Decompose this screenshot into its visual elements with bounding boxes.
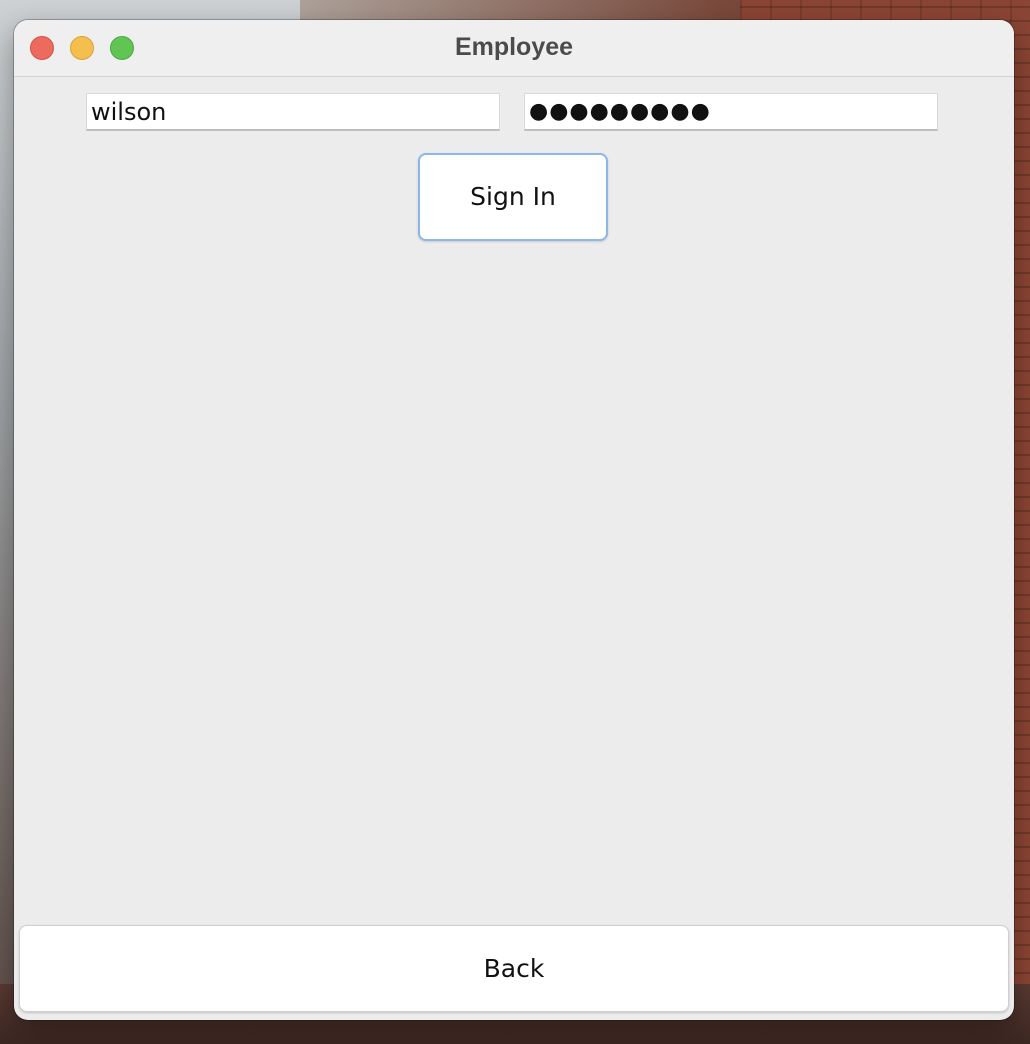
password-input[interactable]: ●●●●●●●●● — [524, 93, 938, 131]
back-button[interactable]: Back — [19, 925, 1009, 1012]
username-input[interactable]: wilson — [86, 93, 500, 131]
sign-in-button[interactable]: Sign In — [418, 153, 608, 241]
title-bar[interactable]: Employee — [14, 20, 1014, 77]
window-title: Employee — [454, 33, 574, 61]
employee-window: Employee wilson ●●●●●●●●● Sign In Back — [14, 20, 1014, 1020]
